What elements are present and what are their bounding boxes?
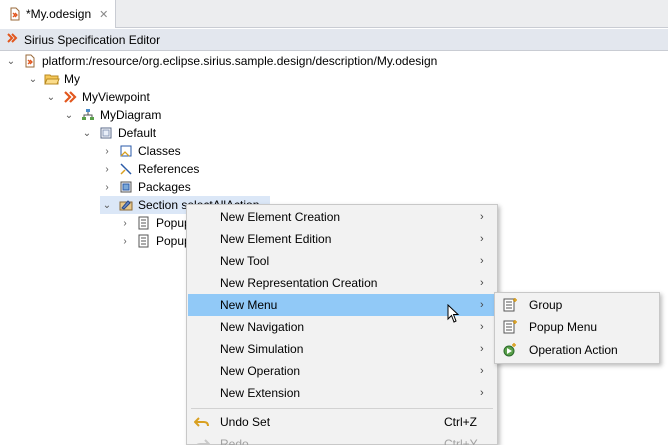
menu-item-label: Redo [220, 437, 249, 445]
menu-item-shortcut: Ctrl+Z [444, 415, 477, 429]
chevron-right-icon: › [480, 299, 484, 311]
menu-separator [191, 408, 493, 409]
chevron-right-icon: › [480, 321, 484, 333]
chevron-down-icon[interactable]: ⌄ [62, 108, 76, 122]
menu-item-new-extension[interactable]: New Extension › [188, 382, 496, 404]
submenu-item-label: Group [529, 298, 563, 312]
chevron-down-icon[interactable]: ⌄ [80, 126, 94, 140]
tree-row-viewpoint[interactable]: ⌄ MyViewpoint [44, 88, 150, 106]
menu-item-label: New Extension [220, 386, 301, 400]
undo-icon [194, 414, 210, 430]
tree-label: Default [118, 126, 157, 140]
chevron-right-icon: › [480, 211, 484, 223]
menu-item-label: New Operation [220, 364, 301, 378]
menu-item-label: New Element Edition [220, 232, 332, 246]
menu-item-label: New Tool [220, 254, 270, 268]
menu-item-label: New Representation Creation [220, 276, 378, 290]
menu-item-new-element-edition[interactable]: New Element Edition › [188, 228, 496, 250]
menu-item-undo[interactable]: Undo Set Ctrl+Z [188, 411, 496, 433]
chevron-down-icon[interactable]: ⌄ [26, 72, 40, 86]
operation-action-icon [502, 342, 518, 358]
odesign-file-icon [22, 53, 38, 69]
layer-icon [98, 125, 114, 141]
menu-item-label: New Navigation [220, 320, 305, 334]
tree-label: Packages [138, 180, 191, 194]
new-menu-submenu: Group Popup Menu Operation Action [494, 292, 660, 364]
chevron-right-icon[interactable]: › [100, 144, 114, 158]
menu-item-shortcut: Ctrl+Y [444, 437, 478, 445]
tree-row-references[interactable]: › References [100, 160, 199, 178]
tree-label: platform:/resource/org.eclipse.sirius.sa… [42, 54, 438, 68]
tree-row-diagram[interactable]: ⌄ MyDiagram [62, 106, 162, 124]
node-mapping-icon [118, 179, 134, 195]
diagram-icon [80, 107, 96, 123]
menu-item-new-tool[interactable]: New Tool › [188, 250, 496, 272]
menu-item-new-simulation[interactable]: New Simulation › [188, 338, 496, 360]
chevron-right-icon: › [480, 343, 484, 355]
chevron-down-icon[interactable]: ⌄ [44, 90, 58, 104]
tree-label: References [138, 162, 200, 176]
tree-row-classes[interactable]: › Classes [100, 142, 181, 160]
chevron-down-icon[interactable]: ⌄ [4, 54, 18, 68]
viewpoint-icon [62, 89, 78, 105]
menu-item-label: New Simulation [220, 342, 304, 356]
menu-item-label: New Menu [220, 298, 278, 312]
tree-label: MyDiagram [100, 108, 162, 122]
chevron-right-icon[interactable]: › [118, 234, 132, 248]
close-icon[interactable]: ✕ [99, 8, 108, 21]
submenu-item-label: Operation Action [529, 343, 618, 357]
tree-row-group[interactable]: ⌄ My [26, 70, 80, 88]
tree-row-packages[interactable]: › Packages [100, 178, 191, 196]
tree-label: MyViewpoint [82, 90, 150, 104]
submenu-item-group[interactable]: Group [496, 294, 658, 316]
chevron-down-icon[interactable]: ⌄ [100, 198, 114, 212]
chevron-right-icon: › [480, 387, 484, 399]
menu-item-new-element-creation[interactable]: New Element Creation › [188, 206, 496, 228]
submenu-item-popup-menu[interactable]: Popup Menu [496, 316, 658, 338]
menu-item-label: New Element Creation [220, 210, 341, 224]
editor-header-title: Sirius Specification Editor [24, 32, 161, 47]
submenu-item-operation-action[interactable]: Operation Action [496, 339, 658, 361]
menu-item-new-operation[interactable]: New Operation › [188, 360, 496, 382]
sirius-logo-icon [6, 32, 18, 47]
editor-tab[interactable]: *My.odesign ✕ [0, 0, 116, 28]
menu-item-new-representation-creation[interactable]: New Representation Creation › [188, 272, 496, 294]
chevron-right-icon: › [480, 277, 484, 289]
chevron-right-icon[interactable]: › [100, 162, 114, 176]
chevron-right-icon[interactable]: › [118, 216, 132, 230]
chevron-right-icon[interactable]: › [100, 180, 114, 194]
tree-row-layer[interactable]: ⌄ Default [80, 124, 156, 142]
container-mapping-icon [118, 143, 134, 159]
chevron-right-icon: › [480, 365, 484, 377]
chevron-right-icon: › [480, 255, 484, 267]
editor-tab-bar: *My.odesign ✕ [0, 0, 668, 28]
tree-row-resource[interactable]: ⌄ platform:/resource/org.eclipse.sirius.… [4, 52, 438, 70]
menu-item-label: Undo Set [220, 415, 271, 429]
editor-tab-title: *My.odesign [26, 7, 92, 21]
menu-item-redo: Redo Ctrl+Y [188, 433, 496, 445]
popup-menu-icon [136, 233, 152, 249]
odesign-file-icon [8, 7, 22, 21]
tree-label: Classes [138, 144, 181, 158]
folder-icon [44, 71, 60, 87]
popup-menu-icon [502, 319, 518, 335]
editor-header: Sirius Specification Editor [0, 29, 668, 51]
context-menu: New Element Creation › New Element Editi… [186, 204, 498, 445]
submenu-item-label: Popup Menu [529, 320, 598, 334]
popup-menu-icon [136, 215, 152, 231]
group-icon [502, 297, 518, 313]
chevron-right-icon: › [480, 233, 484, 245]
redo-icon [194, 436, 210, 445]
tool-section-icon [118, 197, 134, 213]
edge-mapping-icon [118, 161, 134, 177]
mouse-cursor-icon [447, 303, 461, 324]
tree-label: My [64, 72, 80, 86]
